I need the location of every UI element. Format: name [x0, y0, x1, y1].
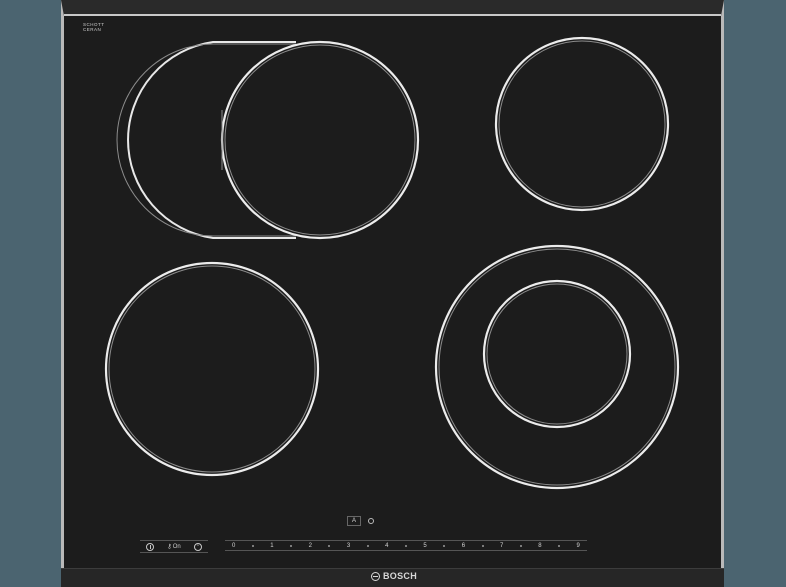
- boost-controls: A: [347, 516, 377, 526]
- settings-icon[interactable]: [365, 516, 377, 526]
- level-7[interactable]: 7: [500, 543, 503, 549]
- power-level-slider[interactable]: 0 1 2 3 4 5 6 7 8 9: [225, 540, 587, 551]
- power-button[interactable]: [146, 542, 155, 551]
- power-icon: [146, 542, 155, 551]
- back-right-zone-ring[interactable]: [494, 36, 670, 212]
- glass-ceramic-logo: SCHOTT CERAN: [83, 22, 123, 32]
- level-2[interactable]: 2: [309, 543, 312, 549]
- timer-button[interactable]: ◔: [193, 542, 202, 551]
- level-0[interactable]: 0: [232, 543, 235, 549]
- clock-icon: ◔: [193, 542, 202, 551]
- level-5[interactable]: 5: [423, 543, 426, 549]
- brand-name: BOSCH: [383, 571, 418, 581]
- front-right-dual-zone-inner-ring[interactable]: [482, 279, 632, 429]
- level-1[interactable]: 1: [270, 543, 273, 549]
- level-9[interactable]: 9: [577, 543, 580, 549]
- front-left-zone-ring[interactable]: [220, 40, 420, 240]
- boost-button[interactable]: A: [347, 516, 361, 526]
- level-6[interactable]: 6: [462, 543, 465, 549]
- brand-logo: BOSCH: [371, 571, 417, 581]
- front-right-dual-zone-outer-ring[interactable]: [434, 244, 680, 490]
- level-4[interactable]: 4: [385, 543, 388, 549]
- level-8[interactable]: 8: [538, 543, 541, 549]
- cooking-zones: [104, 36, 680, 490]
- child-lock-label: On: [172, 543, 181, 550]
- key-icon: ⚷: [167, 544, 172, 550]
- bosch-logo-icon: [371, 571, 380, 581]
- child-lock-button[interactable]: ⚷ On: [167, 543, 181, 551]
- main-controls: ⚷ On ◔: [140, 540, 208, 553]
- glass-brand-line2: CERAN: [83, 27, 102, 32]
- front-left-zone-ring-bottom[interactable]: [104, 261, 320, 477]
- level-3[interactable]: 3: [347, 543, 350, 549]
- extended-roaster-zone-outline[interactable]: [127, 41, 296, 239]
